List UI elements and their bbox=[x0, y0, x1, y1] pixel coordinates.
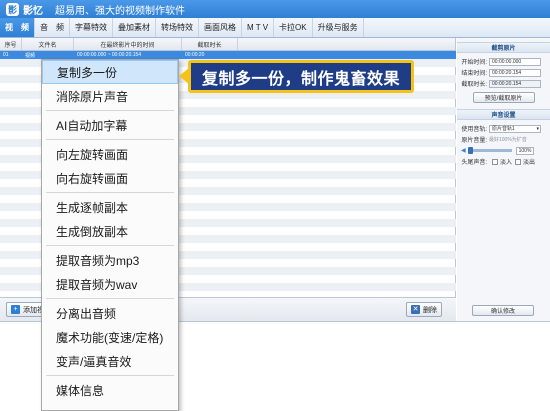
tab-0[interactable]: 视 频 bbox=[0, 18, 35, 37]
row-index: 01 bbox=[3, 52, 9, 58]
delete-button[interactable]: ✕ 删除 bbox=[406, 302, 442, 317]
column-header-time[interactable]: 在最终影片中的时间 bbox=[74, 38, 182, 50]
column-header-filename[interactable]: 文件名 bbox=[22, 38, 74, 50]
end-time-field[interactable]: 00:00:20.154 bbox=[489, 68, 541, 77]
tab-7[interactable]: 卡拉OK bbox=[274, 18, 313, 37]
menu-separator bbox=[46, 192, 174, 193]
app-logo-icon: 影 bbox=[6, 2, 19, 16]
menu-separator bbox=[46, 375, 174, 376]
fade-out-checkbox[interactable] bbox=[515, 158, 522, 165]
start-time-row: 开始时间: 00:00:00.000 bbox=[457, 56, 550, 67]
menu-item-0-1[interactable]: 消除原片声音 bbox=[42, 84, 178, 108]
volume-row: 原片音量: 最好100%为扩音 bbox=[457, 134, 550, 145]
add-video-icon: + bbox=[11, 305, 20, 314]
end-time-label: 结束时间: bbox=[461, 71, 487, 77]
trash-icon: ✕ bbox=[411, 305, 420, 314]
end-time-row: 结束时间: 00:00:20.154 bbox=[457, 67, 550, 78]
tab-4[interactable]: 转场特效 bbox=[156, 18, 199, 37]
volume-label: 原片音量: bbox=[461, 138, 487, 144]
clip-section-title: 截剪原片 bbox=[457, 42, 550, 53]
volume-slider-thumb[interactable] bbox=[467, 147, 473, 154]
delete-label: 删除 bbox=[423, 306, 437, 314]
speaker-icon: ◀ bbox=[461, 148, 466, 154]
start-time-label: 开始时间: bbox=[461, 60, 487, 66]
track-select[interactable]: 原片音轨1 ▾ bbox=[489, 124, 541, 133]
menu-item-3-1[interactable]: 生成倒放副本 bbox=[42, 219, 178, 243]
tab-6[interactable]: M T V bbox=[242, 18, 275, 37]
app-name: 影忆 bbox=[23, 5, 43, 17]
volume-field[interactable]: 100% bbox=[515, 146, 534, 155]
volume-slider[interactable] bbox=[467, 147, 512, 154]
fade-label: 头尾声音: bbox=[461, 160, 487, 166]
fade-out-label: 淡出 bbox=[523, 160, 536, 166]
volume-hint: 最好100%为扩音 bbox=[489, 137, 527, 143]
start-time-field[interactable]: 00:00:00.000 bbox=[489, 57, 541, 66]
duration-row: 截取时长: 00:00:20.154 bbox=[457, 78, 550, 89]
tab-5[interactable]: 画面风格 bbox=[199, 18, 242, 37]
column-header-duration[interactable]: 截取时长 bbox=[182, 38, 238, 50]
menu-item-1-0[interactable]: AI自动加字幕 bbox=[42, 113, 178, 137]
menu-item-2-0[interactable]: 向左旋转画面 bbox=[42, 142, 178, 166]
fade-in-label: 淡入 bbox=[500, 160, 513, 166]
menu-item-0-0[interactable]: 复制多一份 bbox=[42, 60, 178, 84]
menu-item-5-0[interactable]: 分离出音频 bbox=[42, 301, 178, 325]
audio-section-title: 声音设置 bbox=[457, 109, 550, 120]
confirm-changes-button[interactable]: 确认修改 bbox=[472, 305, 534, 316]
menu-separator bbox=[46, 298, 174, 299]
tab-3[interactable]: 叠加素材 bbox=[113, 18, 156, 37]
tab-8[interactable]: 升级与服务 bbox=[313, 18, 364, 37]
tab-2[interactable]: 字幕特效 bbox=[70, 18, 113, 37]
track-value: 原片音轨1 bbox=[492, 126, 515, 132]
duration-label: 截取时长: bbox=[461, 82, 487, 88]
menu-separator bbox=[46, 139, 174, 140]
menu-item-2-1[interactable]: 向右旋转画面 bbox=[42, 166, 178, 190]
table-header: 序号 文件名 在最终影片中的时间 截取时长 bbox=[0, 38, 455, 51]
tab-1[interactable]: 音 频 bbox=[35, 18, 70, 37]
track-label: 使用音轨: bbox=[461, 127, 487, 133]
clip-settings-panel: 截剪原片 开始时间: 00:00:00.000 结束时间: 00:00:20.1… bbox=[457, 38, 550, 321]
menu-item-6-0[interactable]: 媒体信息 bbox=[42, 378, 178, 402]
menu-item-5-2[interactable]: 变声/逼真音效 bbox=[42, 349, 178, 373]
app-tagline: 超易用、强大的视频制作软件 bbox=[55, 5, 185, 17]
main-tab-bar: 视 频音 频字幕特效 叠加素材 转场特效 画面风格 M T V 卡拉OK 升级与服务 bbox=[0, 18, 550, 38]
fade-row: 头尾声音: 淡入 淡出 bbox=[457, 156, 550, 167]
callout-annotation: 复制多一份，制作鬼畜效果 bbox=[188, 60, 414, 93]
table-row-selected[interactable]: 01 视频 00:00:00.000 ~ 00:00:20.154 00:00:… bbox=[0, 51, 456, 59]
chevron-down-icon: ▾ bbox=[536, 125, 539, 132]
menu-separator bbox=[46, 245, 174, 246]
column-header-filler bbox=[238, 38, 455, 50]
menu-item-3-0[interactable]: 生成逐帧副本 bbox=[42, 195, 178, 219]
row-duration: 00:00:20 bbox=[185, 52, 205, 58]
duration-field: 00:00:20.154 bbox=[489, 79, 541, 88]
track-row: 使用音轨: 原片音轨1 ▾ bbox=[457, 123, 550, 134]
row-filename: 视频 bbox=[25, 52, 36, 59]
menu-separator bbox=[46, 110, 174, 111]
fade-in-checkbox[interactable] bbox=[492, 158, 498, 165]
row-time: 00:00:00.000 ~ 00:00:20.154 bbox=[77, 52, 142, 58]
context-menu: 复制多一份 消除原片声音 AI自动加字幕 向左旋转画面 向右旋转画面 生成逐帧副本 生成倒放… bbox=[41, 59, 179, 411]
title-bar: 影 影忆 超易用、强大的视频制作软件 bbox=[0, 0, 550, 18]
menu-item-4-0[interactable]: 提取音频为mp3 bbox=[42, 248, 178, 272]
volume-slider-row: ◀ 100% bbox=[457, 145, 550, 156]
preview-clip-button[interactable]: 预览/截取原片 bbox=[472, 92, 535, 103]
menu-item-4-1[interactable]: 提取音频为wav bbox=[42, 272, 178, 296]
menu-item-5-1[interactable]: 魔术功能(变速/定格) bbox=[42, 325, 178, 349]
column-header-index[interactable]: 序号 bbox=[0, 38, 22, 50]
